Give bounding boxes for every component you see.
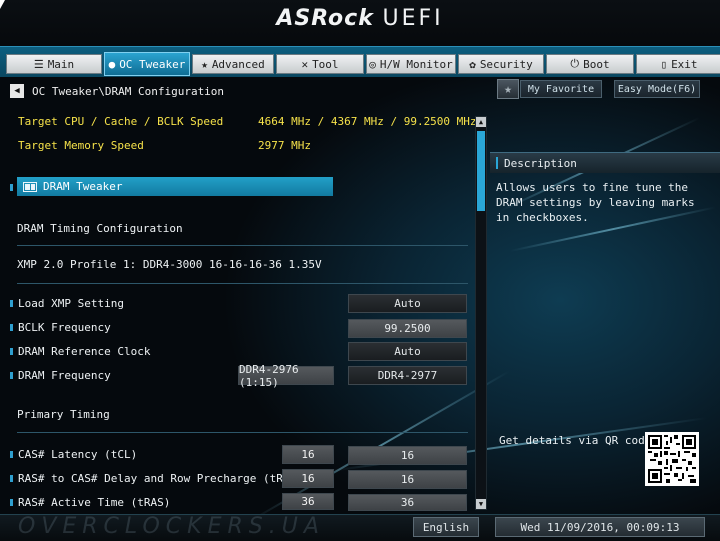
exit-icon: ▯	[660, 57, 668, 71]
my-favorite-button[interactable]: My Favorite	[520, 80, 602, 98]
timing-label: CAS# Latency (tCL)	[18, 448, 138, 461]
scroll-down-icon[interactable]: ▼	[476, 499, 486, 509]
trcdtrp-current: 16	[282, 469, 334, 488]
item-marker	[10, 451, 13, 458]
tab-exit[interactable]: ▯ Exit	[636, 54, 720, 74]
timing-config-heading: DRAM Timing Configuration	[17, 222, 183, 235]
tab-main[interactable]: ☰ Main	[6, 54, 102, 74]
tab-hw-monitor[interactable]: ◎ H/W Monitor	[366, 54, 456, 74]
setting-label: BCLK Frequency	[18, 321, 111, 334]
target-memory-label: Target Memory Speed	[18, 139, 144, 152]
divider	[17, 432, 468, 433]
qr-code-icon	[645, 432, 699, 486]
brand-logo: ASRock UEFI	[276, 6, 444, 31]
setting-label: Load XMP Setting	[18, 297, 124, 310]
dram-tweaker-item[interactable]: DRAM Tweaker	[17, 177, 333, 196]
scroll-up-icon[interactable]: ▲	[476, 117, 486, 127]
timing-label: RAS# to CAS# Delay and Row Precharge (tR…	[18, 472, 323, 485]
cas-latency-input[interactable]: 16	[348, 446, 467, 465]
item-marker	[10, 324, 13, 331]
tab-label: Security	[479, 57, 533, 71]
tools-icon: ✕	[301, 57, 309, 71]
cas-latency-current: 16	[282, 445, 334, 464]
main-tabs: ☰ Main ● OC Tweaker ★ Advanced ✕ Tool ◎ H/W M…	[6, 52, 720, 76]
scroll-thumb[interactable]	[477, 131, 485, 211]
timing-label: RAS# Active Time (tRAS)	[18, 496, 171, 509]
item-marker	[10, 184, 13, 191]
tras-input[interactable]: 36	[348, 494, 467, 511]
tab-label: Exit	[671, 57, 698, 71]
tab-oc-tweaker[interactable]: ● OC Tweaker	[104, 52, 190, 76]
description-marker	[496, 157, 498, 169]
tab-label: Tool	[312, 57, 339, 71]
description-header: Description	[490, 152, 720, 173]
tab-label: Boot	[583, 57, 610, 71]
item-marker	[10, 372, 13, 379]
target-cpu-value: 4664 MHz / 4367 MHz / 99.2500 MHz	[258, 115, 477, 128]
shield-icon: ✿	[469, 57, 476, 71]
description-title: Description	[504, 156, 577, 170]
tab-label: Main	[47, 57, 75, 71]
tab-label: H/W Monitor	[379, 57, 453, 71]
dram-reference-clock-select[interactable]: Auto	[348, 342, 467, 361]
item-marker	[10, 300, 13, 307]
item-marker	[10, 475, 13, 482]
tab-label: OC Tweaker	[119, 57, 186, 71]
tras-current: 36	[282, 493, 334, 510]
xmp-profile-text: XMP 2.0 Profile 1: DDR4-3000 16-16-16-36…	[17, 258, 322, 271]
qr-label: Get details via QR code	[499, 434, 652, 447]
trcdtrp-input[interactable]: 16	[348, 470, 467, 489]
mouse-cursor-icon	[0, 0, 5, 9]
back-arrow-icon[interactable]: ◀	[10, 84, 24, 98]
watermark: OVERCLOCKERS.UA	[18, 514, 325, 539]
target-cpu-label: Target CPU / Cache / BCLK Speed	[18, 115, 224, 128]
monitor-icon: ◎	[369, 57, 376, 71]
item-marker	[10, 499, 13, 506]
breadcrumb: ◀ OC Tweaker\DRAM Configuration	[10, 84, 224, 98]
divider	[17, 245, 468, 246]
item-marker	[10, 348, 13, 355]
description-text: Allows users to fine tune the DRAM setti…	[496, 181, 695, 224]
star-icon: ★	[201, 57, 208, 71]
header: ASRock UEFI	[0, 0, 720, 46]
favorite-star-icon[interactable]: ★	[497, 79, 519, 99]
easy-mode-button[interactable]: Easy Mode(F6)	[614, 80, 700, 98]
breadcrumb-text: OC Tweaker\DRAM Configuration	[32, 84, 225, 98]
setting-label: DRAM Frequency	[18, 369, 111, 382]
target-memory-value: 2977 MHz	[258, 139, 311, 152]
flame-icon: ●	[108, 57, 116, 71]
setting-label: DRAM Reference Clock	[18, 345, 151, 358]
tab-security[interactable]: ✿ Security	[458, 54, 544, 74]
tab-tool[interactable]: ✕ Tool	[276, 54, 364, 74]
dram-tweaker-label: DRAM Tweaker	[43, 180, 123, 193]
bclk-frequency-input[interactable]: 99.2500	[348, 319, 467, 338]
tab-boot[interactable]: ⏻ Boot	[546, 54, 634, 74]
list-icon: ☰	[33, 57, 44, 71]
language-button[interactable]: English	[413, 517, 479, 537]
divider	[17, 283, 468, 284]
scrollbar[interactable]: ▲ ▼	[475, 116, 487, 510]
tab-advanced[interactable]: ★ Advanced	[192, 54, 274, 74]
power-icon: ⏻	[570, 57, 580, 70]
tab-label: Advanced	[211, 57, 265, 71]
dram-module-icon	[23, 181, 37, 192]
load-xmp-select[interactable]: Auto	[348, 294, 467, 313]
primary-timing-heading: Primary Timing	[17, 408, 110, 421]
dram-frequency-select[interactable]: DDR4-2977	[348, 366, 467, 385]
datetime-display: Wed 11/09/2016, 00:09:13	[495, 517, 705, 537]
dram-frequency-current: DDR4-2976 (1:15)	[238, 363, 334, 389]
